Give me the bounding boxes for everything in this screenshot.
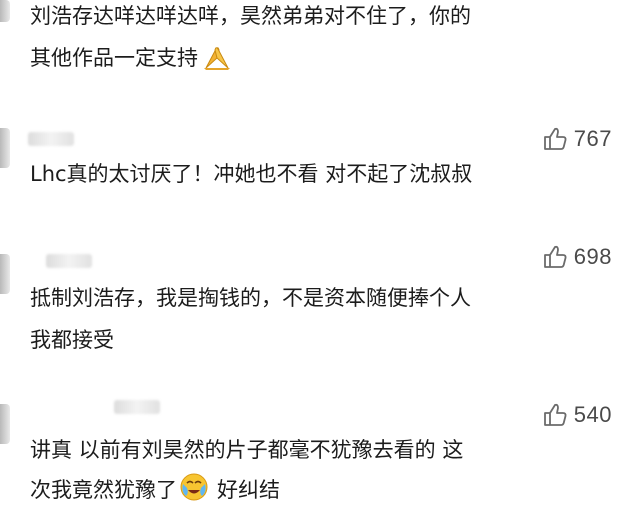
comment-text-line: 我都接受 xyxy=(30,328,114,352)
comment-text: 刘浩存达咩达咩达咩，昊然弟弟对不住了，你的 其他作品一定支持 xyxy=(30,0,630,74)
comment-text-line: 刘浩存达咩达咩达咩，昊然弟弟对不住了，你的 xyxy=(30,4,471,28)
comment-item: 767 Lhc真的太讨厌了！冲她也不看 对不起了沈叔叔 xyxy=(0,122,640,202)
avatar[interactable] xyxy=(0,254,10,294)
like-button[interactable]: 540 xyxy=(542,400,612,430)
thumbs-up-icon xyxy=(542,126,568,152)
comment-item: 刘浩存达咩达咩达咩，昊然弟弟对不住了，你的 其他作品一定支持 xyxy=(0,0,640,90)
comment-text-line: Lhc真的太讨厌了！冲她也不看 对不起了沈叔叔 xyxy=(30,162,473,186)
avatar[interactable] xyxy=(0,404,10,444)
username[interactable] xyxy=(28,132,74,146)
avatar[interactable] xyxy=(0,128,10,168)
username[interactable] xyxy=(46,254,92,268)
comment-text: Lhc真的太讨厌了！冲她也不看 对不起了沈叔叔 xyxy=(30,158,630,190)
comment-text: 抵制刘浩存，我是掏钱的，不是资本随便捧个人 我都接受 xyxy=(30,282,630,356)
comment-item: 698 抵制刘浩存，我是掏钱的，不是资本随便捧个人 我都接受 xyxy=(0,240,640,352)
comment-text: 讲真 以前有刘昊然的片子都毫不犹豫去看的 这 次我竟然犹豫了 好纠结 xyxy=(30,434,630,506)
comment-text-line: 讲真 以前有刘昊然的片子都毫不犹豫去看的 这 xyxy=(30,438,464,462)
username[interactable] xyxy=(114,400,160,414)
comment-text-segment: 其他作品一定支持 xyxy=(30,46,198,70)
like-count: 698 xyxy=(573,244,612,269)
comment-text-line: 次我竟然犹豫了 好纠结 xyxy=(30,472,630,506)
thumbs-up-icon xyxy=(542,244,568,270)
like-count: 540 xyxy=(573,402,612,427)
comment-text-segment: 次我竟然犹豫了 xyxy=(30,478,177,502)
thumbs-up-icon xyxy=(542,402,568,428)
praying-hands-emoji-icon xyxy=(202,44,232,70)
comment-item: 540 讲真 以前有刘昊然的片子都毫不犹豫去看的 这 次我竟然犹豫了 好纠结 xyxy=(0,396,640,502)
like-button[interactable]: 698 xyxy=(542,242,612,272)
comment-text-line: 其他作品一定支持 xyxy=(30,42,630,74)
like-count: 767 xyxy=(573,126,612,151)
comment-text-line: 抵制刘浩存，我是掏钱的，不是资本随便捧个人 xyxy=(30,286,471,310)
like-button[interactable]: 767 xyxy=(542,124,612,154)
comment-text-segment: 好纠结 xyxy=(217,478,280,502)
avatar[interactable] xyxy=(0,0,10,22)
